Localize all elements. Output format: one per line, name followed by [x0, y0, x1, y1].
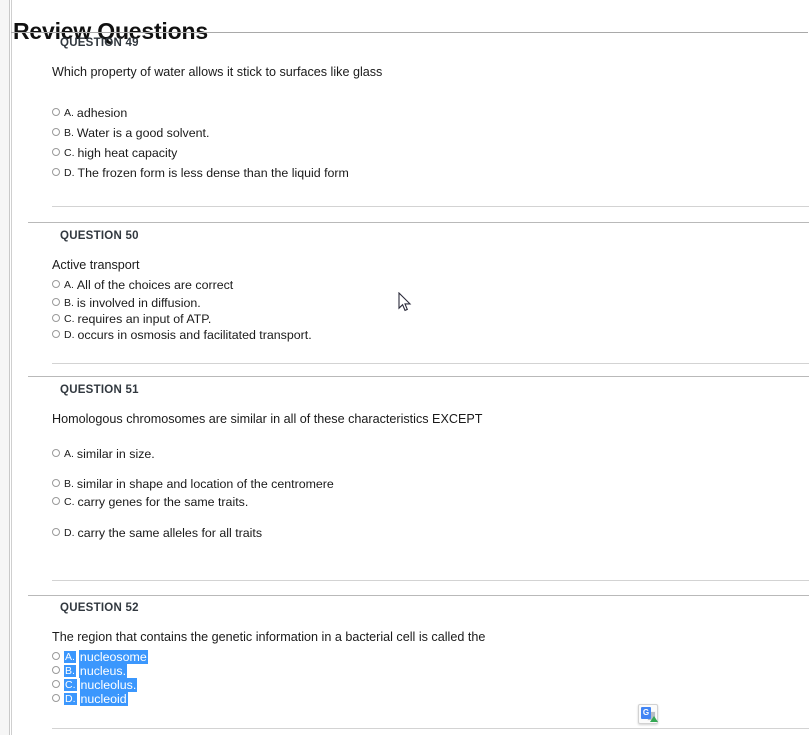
option-row-51-a[interactable]: A. similar in size. — [52, 445, 155, 461]
option-letter-50-c: C. — [64, 312, 75, 325]
option-text-50-d: occurs in osmosis and facilitated transp… — [77, 327, 312, 342]
bottom-divider — [52, 728, 809, 729]
question-header-49: QUESTION 49 — [60, 37, 139, 49]
radio-button-52-d[interactable] — [52, 693, 60, 702]
radio-button-52-b[interactable] — [52, 665, 60, 674]
translate-arrow-icon — [650, 716, 658, 722]
option-letter-50-b: B. — [64, 296, 74, 309]
radio-button-49-a[interactable] — [52, 107, 60, 116]
option-letter-49-a: A. — [64, 106, 74, 119]
option-text-50-c: requires an input of ATP. — [77, 311, 212, 326]
option-letter-51-c: C. — [64, 495, 75, 508]
question-list-container — [11, 0, 809, 735]
question-header-52: QUESTION 52 — [60, 602, 139, 614]
option-text-51-b: similar in shape and location of the cen… — [76, 476, 334, 491]
title-divider — [11, 32, 808, 33]
option-row-50-d[interactable]: D. occurs in osmosis and facilitated tran… — [52, 326, 312, 342]
option-row-50-b[interactable]: B. is involved in diffusion. — [52, 294, 201, 310]
option-row-52-b[interactable]: B. nucleus. — [52, 662, 128, 678]
option-letter-51-a: A. — [64, 447, 74, 460]
option-letter-52-a: A. — [64, 650, 76, 663]
radio-button-50-c[interactable] — [52, 313, 60, 322]
option-letter-50-d: D. — [64, 328, 75, 341]
option-text-50-a: All of the choices are correct — [76, 277, 234, 292]
option-letter-49-d: D. — [64, 166, 75, 179]
radio-button-50-a[interactable] — [52, 279, 60, 288]
radio-button-51-a[interactable] — [52, 448, 60, 457]
option-row-52-c[interactable]: C. nucleolus. — [52, 676, 138, 692]
radio-button-50-d[interactable] — [52, 329, 60, 338]
question-header-51: QUESTION 51 — [60, 384, 139, 396]
option-letter-51-b: B. — [64, 477, 74, 490]
translate-g-letter: G — [642, 708, 650, 717]
radio-button-49-b[interactable] — [52, 127, 60, 136]
option-row-51-c[interactable]: C. carry genes for the same traits. — [52, 493, 249, 509]
option-row-51-d[interactable]: D. carry the same alleles for all traits — [52, 524, 263, 540]
question-divider-51-inner — [52, 580, 809, 581]
google-translate-icon[interactable]: G — [638, 704, 658, 724]
question-stem-49: Which property of water allows it stick … — [52, 65, 383, 79]
radio-button-52-c[interactable] — [52, 679, 60, 688]
radio-button-50-b[interactable] — [52, 297, 60, 306]
question-stem-50: Active transport — [52, 258, 140, 272]
radio-button-49-c[interactable] — [52, 147, 60, 156]
question-divider-50-outer — [28, 222, 809, 223]
option-text-49-a: adhesion — [76, 105, 128, 120]
question-divider-51-outer — [28, 376, 809, 377]
radio-button-49-d[interactable] — [52, 167, 60, 176]
option-row-51-b[interactable]: B. similar in shape and location of the c… — [52, 475, 334, 491]
option-row-52-d[interactable]: D. nucleoid — [52, 690, 128, 706]
option-row-49-d[interactable]: D. The frozen form is less dense than the… — [52, 164, 349, 180]
question-header-50: QUESTION 50 — [60, 230, 139, 242]
left-gutter-strip — [0, 0, 10, 735]
option-letter-52-b: B. — [64, 664, 76, 677]
option-row-49-a[interactable]: A. adhesion — [52, 104, 128, 120]
option-text-49-c: high heat capacity — [77, 145, 178, 160]
radio-button-52-a[interactable] — [52, 651, 60, 660]
option-text-51-c: carry genes for the same traits. — [77, 494, 249, 509]
option-letter-49-b: B. — [64, 126, 74, 139]
option-row-49-b[interactable]: B. Water is a good solvent. — [52, 124, 210, 140]
radio-button-51-c[interactable] — [52, 496, 60, 505]
option-text-49-b: Water is a good solvent. — [76, 125, 210, 140]
option-row-52-a[interactable]: A. nucleosome — [52, 648, 148, 664]
option-letter-52-c: C. — [64, 678, 77, 691]
option-row-50-a[interactable]: A. All of the choices are correct — [52, 276, 234, 292]
option-letter-50-a: A. — [64, 278, 74, 291]
option-row-50-c[interactable]: C. requires an input of ATP. — [52, 310, 212, 326]
radio-button-51-d[interactable] — [52, 527, 60, 536]
option-text-51-a: similar in size. — [76, 446, 155, 461]
option-text-52-d: nucleoid — [79, 691, 128, 706]
option-text-50-b: is involved in diffusion. — [76, 295, 201, 310]
radio-button-51-b[interactable] — [52, 478, 60, 487]
question-divider-52-outer — [28, 595, 809, 596]
option-letter-51-d: D. — [64, 526, 75, 539]
question-divider-49-inner — [52, 206, 809, 207]
question-stem-52: The region that contains the genetic inf… — [52, 630, 486, 644]
option-text-49-d: The frozen form is less dense than the l… — [77, 165, 349, 180]
option-text-51-d: carry the same alleles for all traits — [77, 525, 263, 540]
option-row-49-c[interactable]: C. high heat capacity — [52, 144, 178, 160]
option-letter-52-d: D. — [64, 692, 77, 705]
question-stem-51: Homologous chromosomes are similar in al… — [52, 412, 483, 426]
question-divider-50-inner — [52, 363, 809, 364]
option-letter-49-c: C. — [64, 146, 75, 159]
